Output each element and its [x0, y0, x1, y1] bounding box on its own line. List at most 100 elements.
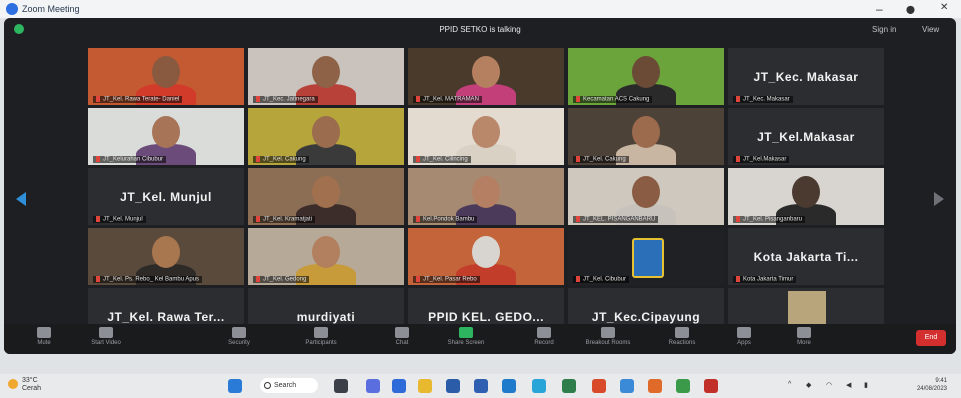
tray-chevron-icon[interactable]: ^: [788, 381, 791, 388]
word-icon[interactable]: [474, 379, 488, 393]
previous-page-arrow-icon[interactable]: [16, 192, 26, 206]
video-camera-icon: [99, 327, 113, 338]
participant-tile[interactable]: JT_Kel. Cilincing: [408, 108, 564, 165]
participant-name: JT_Kec. Makasar: [743, 97, 790, 103]
zoom-taskbar-icon[interactable]: [392, 379, 406, 393]
participant-tile[interactable]: JT_Kelurahan Cibubur: [88, 108, 244, 165]
smiley-icon: [675, 327, 689, 338]
next-page-arrow-icon[interactable]: [934, 192, 944, 206]
active-speaker-label: PPID SETKO is talking: [439, 25, 521, 34]
apps-button[interactable]: Apps: [714, 327, 774, 346]
more-button[interactable]: More: [774, 327, 834, 346]
photos-icon[interactable]: [620, 379, 634, 393]
participant-tile[interactable]: Kel.Pondok Bambu: [408, 168, 564, 225]
participant-tile[interactable]: JT_Kec. Makasar JT_Kec. Makasar: [728, 48, 884, 105]
chat-button[interactable]: Chat: [372, 327, 432, 346]
start-video-button[interactable]: Start Video: [76, 327, 136, 346]
toolbar-label: Start Video: [91, 340, 121, 346]
participant-face: [312, 116, 340, 148]
participant-name-tag: Kel.Pondok Bambu: [413, 216, 478, 223]
participant-tile[interactable]: JT_Kel. Kramatjati: [248, 168, 404, 225]
participant-name: Kecamatan ACS Cakung: [583, 97, 650, 103]
participant-tile[interactable]: JT_Kel. Cakung: [248, 108, 404, 165]
window-titlebar: Zoom Meeting – ⬤ ✕: [0, 0, 961, 18]
participant-face: [472, 56, 500, 88]
participant-tile[interactable]: JT_KEL. PISANGANBARU: [568, 168, 724, 225]
participant-name: JT_Kel. Kramatjati: [263, 217, 313, 223]
participant-face: [152, 236, 180, 268]
meeting-window: PPID SETKO is talking Sign in View JT_Ke…: [4, 18, 956, 354]
powerpoint-icon[interactable]: [592, 379, 606, 393]
participant-tile[interactable]: JT_Kel. Munjul JT_Kel. Munjul: [88, 168, 244, 225]
zoom-app-icon: [6, 3, 18, 15]
share-screen-icon: [459, 327, 473, 338]
participant-display-name: murdiyati: [296, 310, 356, 324]
participants-button[interactable]: Participants: [291, 327, 351, 346]
participant-face: [312, 176, 340, 208]
participant-name: JT_Kel. Pisanganbaru: [743, 217, 803, 223]
participant-tile[interactable]: JT_Kel. Cakung: [568, 108, 724, 165]
maximize-button[interactable]: ⬤: [906, 5, 915, 14]
record-button[interactable]: Record: [514, 327, 574, 346]
mic-muted-icon: [416, 216, 420, 223]
mic-muted-icon: [736, 156, 740, 163]
mic-muted-icon: [96, 156, 100, 163]
participant-tile[interactable]: JT_Kel.Makasar JT_Kel.Makasar: [728, 108, 884, 165]
excel-icon[interactable]: [562, 379, 576, 393]
volume-icon[interactable]: ◀: [846, 381, 851, 389]
meeting-toolbar: Mute Start Video Security Participants Chat S…: [4, 324, 956, 354]
participant-tile[interactable]: JT_Kec. Jatinegara: [248, 48, 404, 105]
participant-tile[interactable]: Kecamatan ACS Cakung: [568, 48, 724, 105]
participant-tile[interactable]: JT_Kel. Ps. Rebo_ Kel Bambu Apus: [88, 228, 244, 285]
participant-tile[interactable]: JT_Kel. Pisanganbaru: [728, 168, 884, 225]
view-button[interactable]: View: [922, 25, 939, 34]
store-icon[interactable]: [446, 379, 460, 393]
participant-tile[interactable]: JT_Kel. Cibubur: [568, 228, 724, 285]
minimize-button[interactable]: –: [876, 2, 883, 16]
close-button[interactable]: ✕: [940, 2, 948, 13]
participant-name-tag: JT_KEL. PISANGANBARU: [573, 216, 659, 223]
reactions-button[interactable]: Reactions: [652, 327, 712, 346]
firefox-icon[interactable]: [648, 379, 662, 393]
share-screen-button[interactable]: Share Screen: [436, 327, 496, 346]
task-view-icon[interactable]: [334, 379, 348, 393]
participant-display-name: JT_Kel.Makasar: [757, 130, 855, 144]
security-button[interactable]: Security: [209, 327, 269, 346]
taskbar-search[interactable]: Search: [260, 378, 318, 393]
toolbar-label: Apps: [737, 340, 751, 346]
participant-name-tag: JT_Kel. Cakung: [573, 156, 629, 163]
sign-in-link[interactable]: Sign in: [872, 25, 896, 34]
mute-button[interactable]: Mute: [14, 327, 74, 346]
participant-name-tag: JT_Kel. Gedong: [253, 276, 310, 283]
taskbar-clock[interactable]: 9:41 24/08/2023: [917, 377, 947, 393]
network-icon[interactable]: ◆: [806, 381, 811, 389]
participant-tile[interactable]: JT_Kel. Rawa Terate- Daniel: [88, 48, 244, 105]
weather-widget[interactable]: 33°C Cerah: [8, 377, 41, 393]
breakout-rooms-button[interactable]: Breakout Rooms: [578, 327, 638, 346]
mic-muted-icon: [736, 96, 740, 103]
teams-chat-icon[interactable]: [366, 379, 380, 393]
weather-temp: 33°C: [22, 377, 38, 384]
edge-browser-icon[interactable]: [502, 379, 516, 393]
search-label: Search: [274, 382, 297, 389]
mic-muted-icon: [576, 216, 580, 223]
windows-taskbar: 33°C Cerah Search ^ ◆ ◠ ◀ ▮ 9:41 24/08/2…: [0, 374, 961, 398]
participant-tile[interactable]: JT_Kel. Pasar Rebo: [408, 228, 564, 285]
battery-icon[interactable]: ▮: [864, 381, 868, 389]
chrome-icon[interactable]: [676, 379, 690, 393]
pdf-reader-icon[interactable]: [704, 379, 718, 393]
participant-tile[interactable]: JT_Kel. MATRAMAN: [408, 48, 564, 105]
wifi-icon[interactable]: ◠: [826, 381, 832, 389]
participant-name: JT_Kel. Ps. Rebo_ Kel Bambu Apus: [103, 277, 200, 283]
file-explorer-icon[interactable]: [418, 379, 432, 393]
clock-time: 9:41: [935, 378, 947, 384]
start-windows-icon[interactable]: [228, 379, 242, 393]
sun-icon: [8, 379, 18, 389]
participant-name-tag: JT_Kec. Jatinegara: [253, 96, 318, 103]
participant-tile[interactable]: Kota Jakarta Ti... Kota Jakarta Timur: [728, 228, 884, 285]
toolbar-label: Mute: [37, 340, 51, 346]
participant-name: JT_Kel. Cilincing: [423, 157, 468, 163]
end-meeting-button[interactable]: End: [916, 330, 946, 346]
participant-tile[interactable]: JT_Kel. Gedong: [248, 228, 404, 285]
outlook-icon[interactable]: [532, 379, 546, 393]
